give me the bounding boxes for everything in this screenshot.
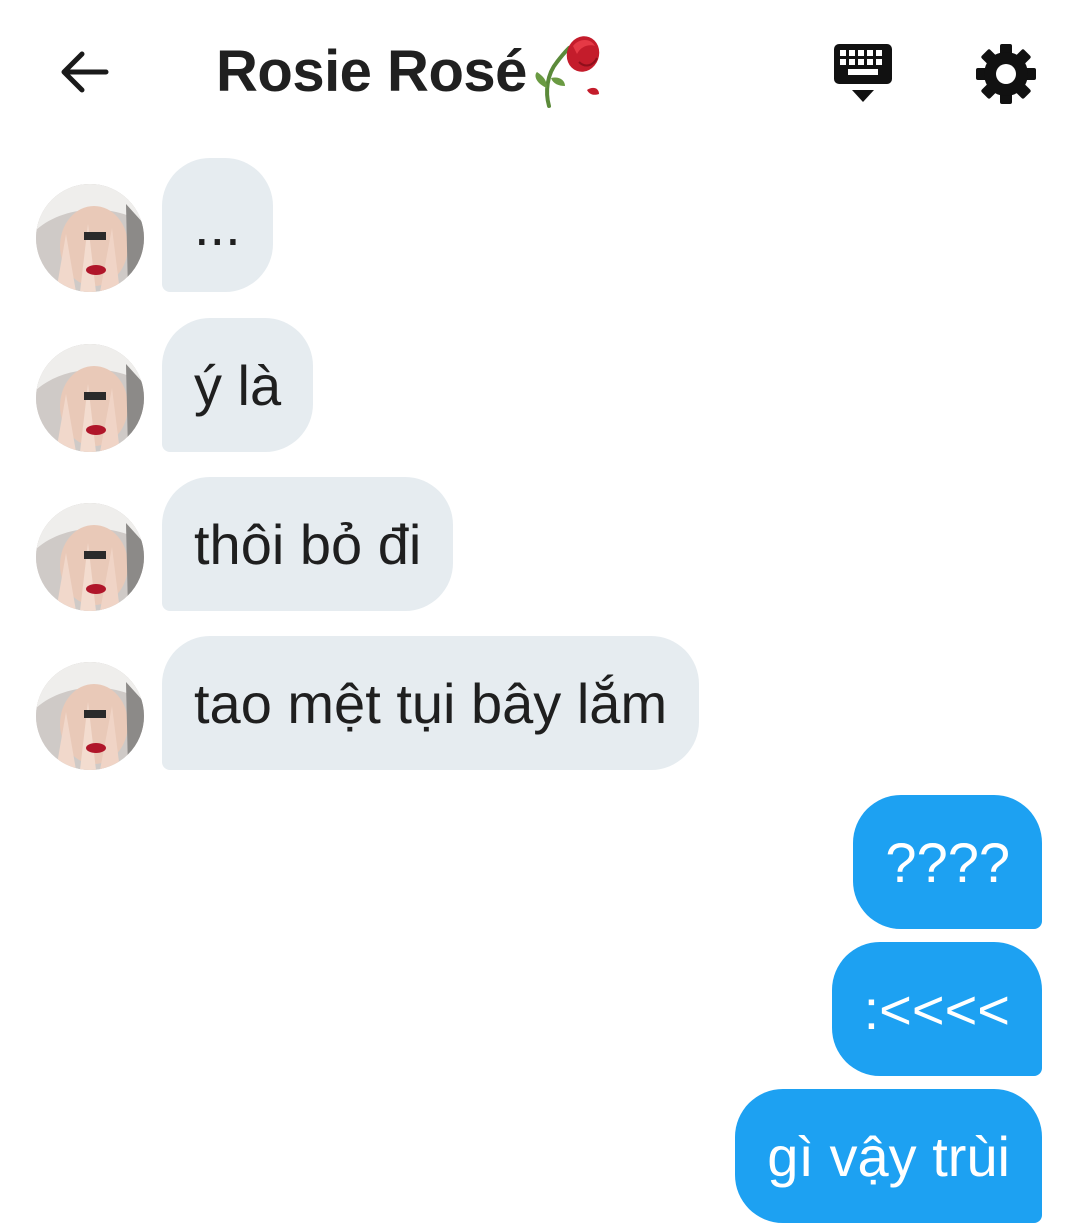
- conversation-title: Rosie Rosé: [216, 32, 607, 112]
- incoming-message-bubble[interactable]: thôi bỏ đi: [162, 477, 454, 611]
- incoming-message: ý là: [0, 318, 1066, 454]
- contact-avatar[interactable]: [36, 184, 144, 292]
- conversation-header: Rosie Rosé: [0, 0, 1066, 140]
- avatar-photo-icon: [36, 503, 144, 611]
- outgoing-message: :<<<<: [0, 942, 1066, 1078]
- back-button[interactable]: [52, 40, 116, 104]
- contact-avatar[interactable]: [36, 344, 144, 452]
- incoming-message-bubble[interactable]: ý là: [162, 318, 314, 452]
- keyboard-hide-icon: [834, 44, 892, 102]
- incoming-message: tao mệt tụi bây lắm: [0, 636, 1066, 772]
- gear-icon: [976, 44, 1036, 104]
- settings-button[interactable]: [972, 40, 1040, 108]
- message-text: ????: [885, 830, 1010, 894]
- message-text: gì vậy trùi: [767, 1124, 1010, 1188]
- incoming-message: ...: [0, 158, 1066, 294]
- message-text: :<<<<: [863, 977, 1010, 1041]
- incoming-message-bubble[interactable]: tao mệt tụi bây lắm: [162, 636, 700, 770]
- wilted-rose-icon: [535, 36, 600, 108]
- outgoing-message: ????: [0, 795, 1066, 931]
- incoming-message-bubble[interactable]: ...: [162, 158, 273, 292]
- contact-avatar[interactable]: [36, 503, 144, 611]
- message-text: thôi bỏ đi: [194, 512, 422, 576]
- message-text: tao mệt tụi bây lắm: [194, 671, 668, 735]
- contact-name: Rosie Rosé: [216, 39, 527, 104]
- outgoing-message-bubble[interactable]: gì vậy trùi: [735, 1089, 1042, 1223]
- incoming-message: thôi bỏ đi: [0, 477, 1066, 613]
- avatar-photo-icon: [36, 662, 144, 770]
- avatar-photo-icon: [36, 344, 144, 452]
- outgoing-message: gì vậy trùi: [0, 1089, 1066, 1225]
- hide-keyboard-button[interactable]: [828, 38, 898, 108]
- outgoing-message-bubble[interactable]: :<<<<: [831, 942, 1042, 1076]
- contact-avatar[interactable]: [36, 662, 144, 770]
- message-text: ...: [194, 193, 241, 257]
- outgoing-message-bubble[interactable]: ????: [853, 795, 1042, 929]
- arrow-left-icon: [61, 51, 109, 93]
- avatar-photo-icon: [36, 184, 144, 292]
- message-text: ý là: [194, 353, 282, 417]
